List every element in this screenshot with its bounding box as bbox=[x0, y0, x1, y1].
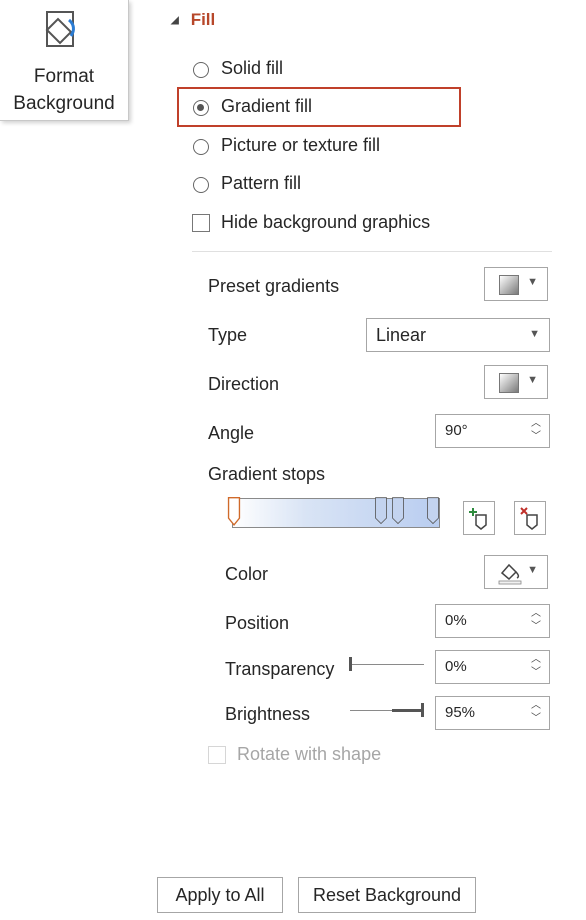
add-gradient-stop-button[interactable] bbox=[463, 501, 495, 535]
transparency-slider[interactable] bbox=[350, 664, 424, 665]
spin-up-icon[interactable]: ︿ bbox=[531, 701, 541, 711]
format-background-icon bbox=[45, 11, 75, 47]
picture-fill-radio[interactable] bbox=[193, 139, 209, 155]
hide-graphics-checkbox[interactable] bbox=[192, 214, 210, 232]
solid-fill-label[interactable]: Solid fill bbox=[221, 58, 283, 79]
gradient-stop[interactable] bbox=[424, 497, 442, 527]
preset-gradients-label: Preset gradients bbox=[208, 276, 340, 296]
spin-up-icon[interactable]: ︿ bbox=[531, 419, 541, 429]
divider bbox=[192, 251, 552, 252]
brightness-slider-fill bbox=[392, 709, 422, 712]
solid-fill-radio[interactable] bbox=[193, 62, 209, 78]
dropdown-arrow-icon: ▼ bbox=[527, 276, 538, 288]
position-label: Position bbox=[225, 613, 290, 633]
type-value: Linear bbox=[376, 325, 427, 345]
angle-value: 90° bbox=[445, 422, 468, 439]
ribbon-label-line2: Background bbox=[13, 93, 115, 114]
direction-swatch-icon bbox=[499, 373, 519, 393]
apply-to-all-button[interactable]: Apply to All bbox=[157, 877, 283, 913]
transparency-value: 0% bbox=[445, 658, 467, 675]
color-picker[interactable]: ▼ bbox=[484, 555, 548, 589]
remove-gradient-stop-button[interactable] bbox=[514, 501, 546, 535]
direction-picker[interactable]: ▼ bbox=[484, 365, 548, 399]
brightness-label: Brightness bbox=[225, 704, 311, 724]
dropdown-arrow-icon: ▼ bbox=[527, 374, 538, 386]
transparency-slider-thumb[interactable] bbox=[349, 657, 352, 671]
collapse-triangle-icon: ◢ bbox=[171, 15, 179, 26]
pattern-fill-label[interactable]: Pattern fill bbox=[221, 173, 301, 194]
position-value: 0% bbox=[445, 612, 467, 629]
reset-background-button[interactable]: Reset Background bbox=[298, 877, 476, 913]
ribbon-label-line1: Format bbox=[33, 66, 95, 87]
fill-section-header[interactable]: ◢ Fill bbox=[171, 10, 215, 30]
angle-spinner[interactable]: 90° ︿ ﹀ bbox=[435, 414, 550, 448]
dropdown-arrow-icon: ▼ bbox=[529, 328, 540, 340]
spin-up-icon[interactable]: ︿ bbox=[531, 655, 541, 665]
angle-label: Angle bbox=[208, 423, 255, 443]
type-label: Type bbox=[208, 325, 248, 345]
type-select[interactable]: Linear ▼ bbox=[366, 318, 550, 352]
spin-down-icon[interactable]: ﹀ bbox=[531, 714, 541, 724]
brightness-value: 95% bbox=[445, 704, 476, 721]
paint-bucket-icon bbox=[498, 563, 522, 585]
direction-label: Direction bbox=[208, 374, 280, 394]
gradient-stops-label: Gradient stops bbox=[208, 464, 326, 484]
gradient-swatch-icon bbox=[499, 275, 519, 295]
spin-up-icon[interactable]: ︿ bbox=[531, 609, 541, 619]
brightness-slider-thumb[interactable] bbox=[421, 703, 424, 717]
preset-gradients-picker[interactable]: ▼ bbox=[484, 267, 548, 301]
pattern-fill-radio[interactable] bbox=[193, 177, 209, 193]
gradient-stops-bar[interactable] bbox=[232, 498, 440, 528]
dropdown-arrow-icon: ▼ bbox=[527, 564, 538, 576]
spin-down-icon[interactable]: ﹀ bbox=[531, 432, 541, 442]
color-label: Color bbox=[225, 564, 269, 584]
format-background-button[interactable]: Format Background bbox=[0, 0, 129, 121]
picture-fill-label[interactable]: Picture or texture fill bbox=[221, 135, 380, 156]
gradient-stop[interactable] bbox=[372, 497, 390, 527]
gradient-stop[interactable] bbox=[389, 497, 407, 527]
rotate-with-shape-label: Rotate with shape bbox=[237, 744, 382, 764]
gradient-stop-selected[interactable] bbox=[225, 497, 243, 527]
hide-graphics-label[interactable]: Hide background graphics bbox=[221, 212, 430, 233]
gradient-fill-highlight bbox=[177, 87, 461, 127]
transparency-spinner[interactable]: 0% ︿ ﹀ bbox=[435, 650, 550, 684]
brightness-spinner[interactable]: 95% ︿ ﹀ bbox=[435, 696, 550, 730]
fill-section-title: Fill bbox=[190, 10, 216, 29]
rotate-with-shape-checkbox[interactable] bbox=[208, 746, 226, 764]
transparency-label: Transparency bbox=[225, 659, 335, 679]
spin-down-icon[interactable]: ﹀ bbox=[531, 622, 541, 632]
remove-stop-icon bbox=[520, 507, 538, 530]
add-stop-icon bbox=[469, 508, 487, 530]
position-spinner[interactable]: 0% ︿ ﹀ bbox=[435, 604, 550, 638]
spin-down-icon[interactable]: ﹀ bbox=[531, 668, 541, 678]
